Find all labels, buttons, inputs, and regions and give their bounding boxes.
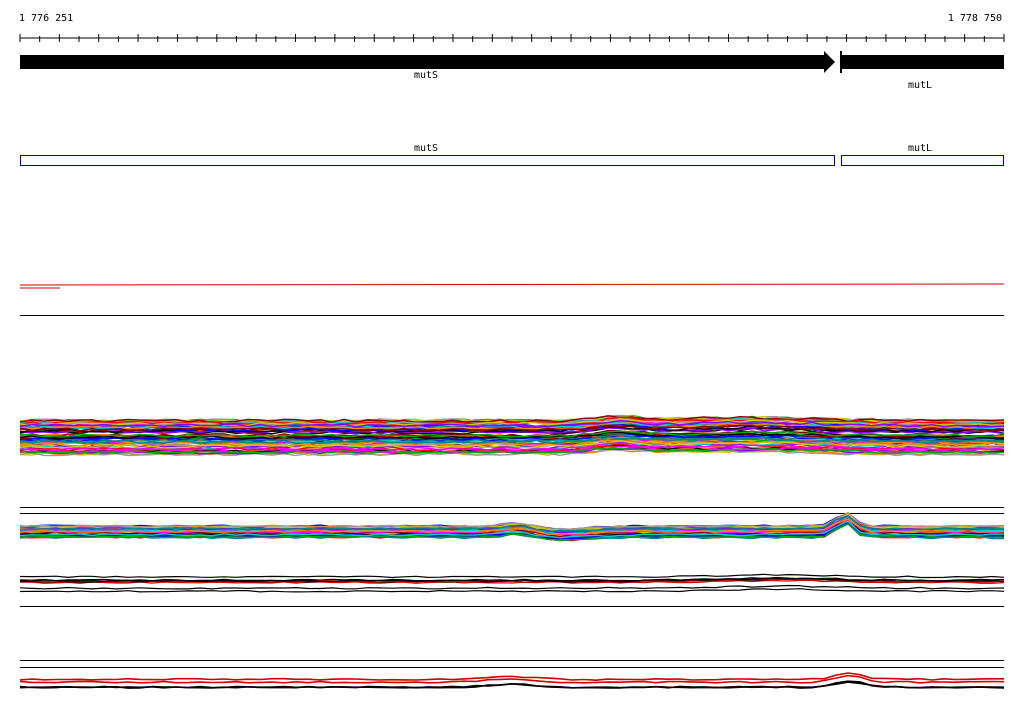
feature-track bbox=[20, 155, 1004, 166]
profile-line bbox=[19, 584, 1005, 590]
coordinate-ruler bbox=[19, 34, 1005, 42]
gene-track bbox=[20, 51, 1004, 73]
feature-box-muts[interactable] bbox=[20, 155, 835, 166]
feature-box-mutl[interactable] bbox=[841, 155, 1004, 166]
genome-track-viewer: 1 776 251 1 778 750 mutS mutL mutS mutL bbox=[0, 0, 1024, 714]
red-signal-track bbox=[19, 283, 1005, 289]
coverage-track-4 bbox=[19, 672, 1005, 689]
coverage-track-3 bbox=[19, 573, 1005, 593]
gene-arrow-muts[interactable] bbox=[20, 51, 835, 73]
track-canvas bbox=[19, 34, 1005, 689]
red-signal-line bbox=[19, 283, 1005, 286]
alignment-profile-track-2 bbox=[19, 511, 1005, 542]
gene-block-mutl[interactable] bbox=[841, 55, 1004, 69]
profile-line bbox=[19, 681, 1005, 689]
alignment-profile-track-1 bbox=[19, 414, 1005, 457]
profile-line bbox=[19, 573, 1005, 579]
